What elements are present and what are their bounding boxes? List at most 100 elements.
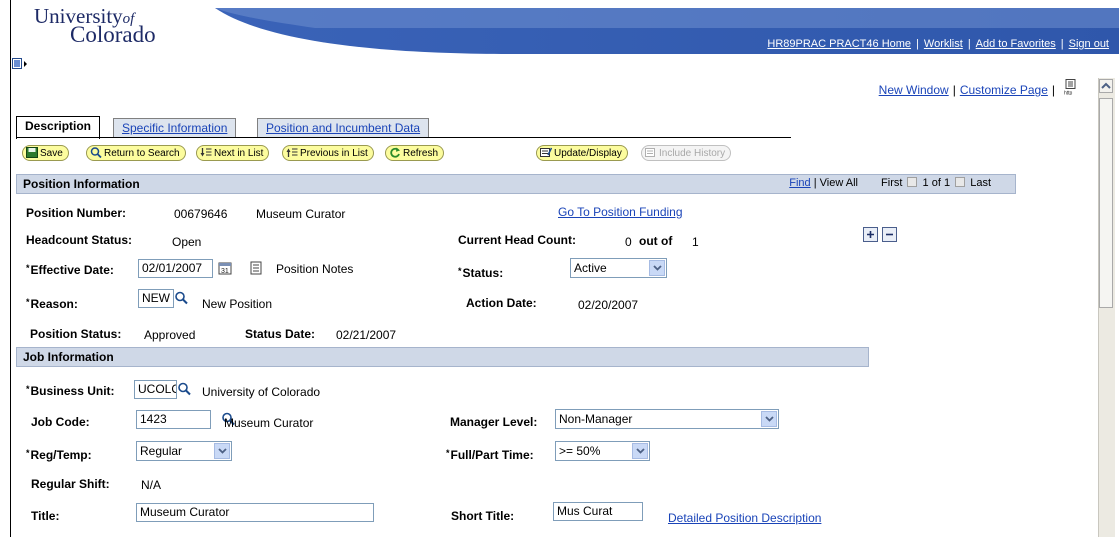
- customize-page-link[interactable]: Customize Page: [960, 83, 1048, 97]
- label-text: Full/Part Time:: [450, 448, 534, 462]
- find-link[interactable]: Find: [789, 177, 810, 189]
- label-text: Effective Date:: [30, 263, 114, 277]
- reg-temp-label: *Reg/Temp:: [26, 448, 92, 462]
- new-window-link[interactable]: New Window: [879, 83, 949, 97]
- return-to-search-button[interactable]: Return to Search: [86, 145, 186, 161]
- reason-description: New Position: [202, 297, 273, 311]
- delete-row-button[interactable]: [882, 227, 897, 242]
- short-title-input[interactable]: Mus Curat: [553, 502, 643, 521]
- dropdown-arrow-icon: [632, 443, 648, 459]
- label-text: Reg/Temp:: [30, 448, 92, 462]
- go-to-position-funding-link[interactable]: Go To Position Funding: [558, 205, 683, 219]
- header-links: HR89PRAC PRACT46 Home | Worklist | Add to Fa…: [767, 38, 1109, 50]
- update-display-button[interactable]: Update/Display: [536, 145, 628, 161]
- worklist-link[interactable]: Worklist: [924, 38, 963, 50]
- plus-icon: [867, 231, 874, 238]
- required-marker: *: [26, 263, 30, 273]
- detailed-position-description-link[interactable]: Detailed Position Description: [668, 511, 821, 525]
- reg-temp-select[interactable]: Regular: [136, 441, 232, 461]
- first-arrow-icon[interactable]: [907, 177, 918, 187]
- tab-specific-information[interactable]: Specific Information: [113, 118, 237, 138]
- title-label: Title:: [31, 509, 60, 523]
- current-head-count-label: Current Head Count:: [458, 233, 576, 247]
- title-input[interactable]: Museum Curator: [136, 503, 374, 522]
- head-count-value: 0: [625, 235, 632, 249]
- search-icon[interactable]: [177, 382, 191, 396]
- tab-description[interactable]: Description: [16, 116, 101, 139]
- svg-text:http: http: [1064, 91, 1073, 96]
- status-value: Active: [574, 261, 607, 275]
- last-arrow-icon[interactable]: [955, 177, 966, 187]
- search-icon: [90, 147, 102, 158]
- required-marker: *: [26, 297, 30, 307]
- status-date-value: 02/21/2007: [336, 328, 397, 342]
- save-button[interactable]: Save: [22, 145, 69, 161]
- business-unit-label: *Business Unit:: [26, 384, 115, 398]
- menu-toggle-icon[interactable]: [12, 57, 28, 71]
- dropdown-arrow-icon: [214, 443, 230, 459]
- regular-shift-label: Regular Shift:: [31, 477, 110, 491]
- required-marker: *: [458, 266, 462, 276]
- reason-input[interactable]: NEW: [138, 289, 174, 308]
- regular-shift-value: N/A: [141, 478, 162, 492]
- home-link[interactable]: HR89PRAC PRACT46 Home: [767, 38, 911, 50]
- dropdown-arrow-icon: [649, 260, 665, 276]
- headcount-status-value: Open: [172, 235, 202, 249]
- full-part-time-value: >= 50%: [559, 444, 601, 458]
- view-all-label: View All: [819, 177, 858, 189]
- position-status-value: Approved: [144, 328, 196, 342]
- effective-date-label: *Effective Date:: [26, 263, 114, 277]
- add-to-favorites-link[interactable]: Add to Favorites: [976, 38, 1056, 50]
- http-icon[interactable]: http: [1063, 79, 1079, 95]
- business-unit-input[interactable]: UCOLO: [134, 380, 177, 399]
- position-number-label: Position Number:: [26, 206, 127, 220]
- dropdown-arrow-icon: [761, 411, 777, 427]
- previous-in-list-label: Previous in List: [300, 148, 368, 159]
- scroll-thumb[interactable]: [1099, 98, 1113, 308]
- head-count-max: 1: [692, 235, 699, 249]
- out-of-label: out of: [639, 234, 673, 248]
- refresh-label: Refresh: [403, 148, 439, 159]
- business-unit-description: University of Colorado: [202, 385, 321, 399]
- job-code-label: Job Code:: [31, 415, 90, 429]
- status-label: *Status:: [458, 266, 503, 280]
- next-in-list-label: Next in List: [214, 148, 264, 159]
- include-history-button[interactable]: Include History: [641, 145, 732, 161]
- reg-temp-value: Regular: [140, 444, 183, 458]
- scroll-up-button[interactable]: [1099, 79, 1113, 93]
- position-status-label: Position Status:: [30, 327, 122, 341]
- search-icon[interactable]: [174, 291, 188, 305]
- full-part-time-select[interactable]: >= 50%: [555, 441, 650, 461]
- previous-in-list-button[interactable]: Previous in List: [282, 145, 374, 161]
- required-marker: *: [26, 384, 30, 394]
- page-links: New Window | Customize Page |: [878, 83, 1055, 97]
- next-in-list-button[interactable]: Next in List: [196, 145, 270, 161]
- position-number-value: 00679646: [174, 207, 228, 221]
- logo-colorado: Colorado: [70, 22, 156, 47]
- first-label: First: [881, 177, 903, 189]
- calendar-icon[interactable]: 31: [218, 261, 232, 275]
- minus-icon: [886, 233, 893, 236]
- sign-out-link[interactable]: Sign out: [1069, 38, 1109, 50]
- return-to-search-label: Return to Search: [104, 148, 180, 159]
- status-select[interactable]: Active: [570, 258, 667, 278]
- refresh-icon: [390, 147, 400, 158]
- update-display-icon: [540, 147, 552, 157]
- save-icon: [26, 147, 38, 158]
- next-list-icon: [200, 148, 212, 157]
- position-notes-label: Position Notes: [276, 262, 354, 276]
- short-title-label: Short Title:: [451, 509, 515, 523]
- section-title: Position Information: [23, 177, 140, 191]
- add-row-button[interactable]: [863, 227, 878, 242]
- manager-level-value: Non-Manager: [559, 412, 633, 426]
- row-count: 1 of 1: [922, 177, 951, 189]
- manager-level-label: Manager Level:: [450, 415, 538, 429]
- effective-date-input[interactable]: 02/01/2007: [138, 259, 213, 278]
- scroll-navigation: Find | View All First 1 of 1 Last: [789, 177, 991, 189]
- tab-position-incumbent-data[interactable]: Position and Incumbent Data: [257, 118, 430, 138]
- status-date-label: Status Date:: [245, 327, 316, 341]
- position-notes-icon[interactable]: [249, 261, 263, 275]
- refresh-button[interactable]: Refresh: [385, 145, 445, 161]
- manager-level-select[interactable]: Non-Manager: [555, 409, 779, 429]
- job-code-input[interactable]: 1423: [136, 410, 211, 429]
